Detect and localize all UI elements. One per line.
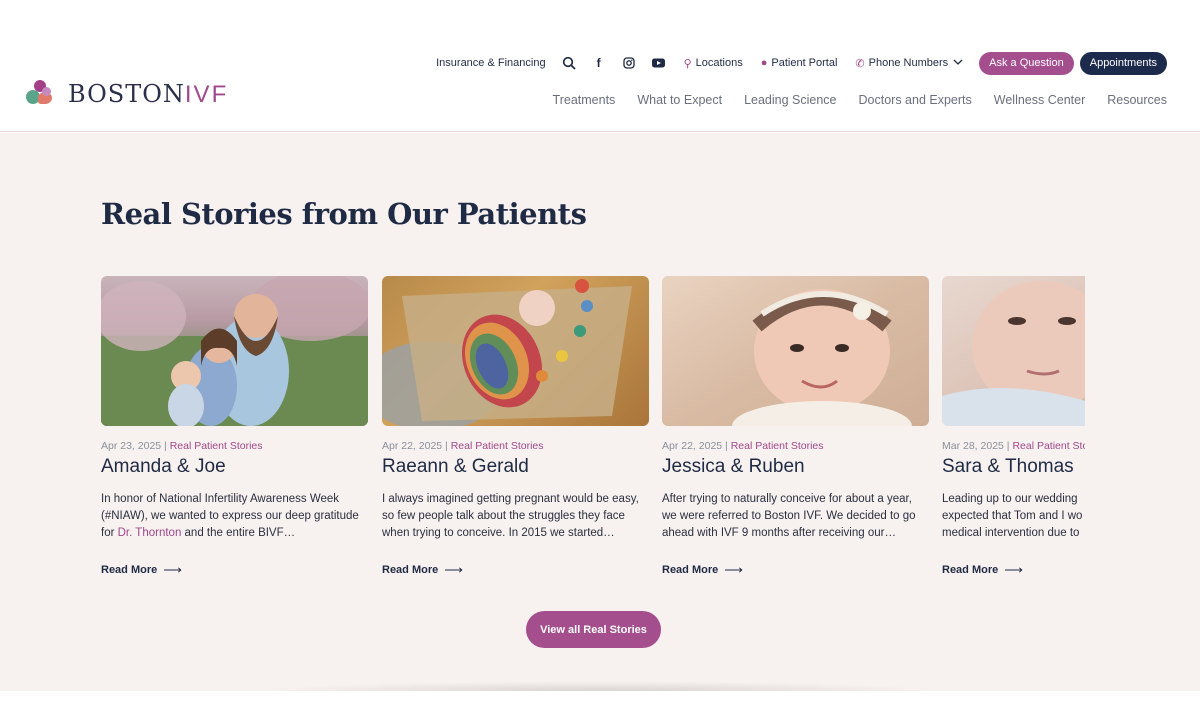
nav-item-treatments[interactable]: Treatments (553, 93, 616, 107)
story-excerpt: I always imagined getting pregnant would… (382, 493, 639, 539)
doctor-link[interactable]: Dr. Thornton (118, 527, 182, 539)
phone-numbers-dropdown[interactable]: ✆ Phone Numbers (855, 57, 963, 70)
arrow-right-icon: ⟶ (1004, 562, 1023, 576)
story-title[interactable]: Jessica & Ruben (662, 456, 929, 478)
story-excerpt: Leading up to our wedding expected that … (942, 493, 1083, 539)
chevron-down-icon (953, 57, 963, 69)
nav-item-doctors-experts[interactable]: Doctors and Experts (859, 93, 972, 107)
map-pin-icon: ⚲ (683, 57, 692, 70)
logo-mark-icon (24, 78, 56, 110)
arrow-right-icon: ⟶ (163, 562, 182, 576)
story-photo[interactable] (662, 276, 929, 426)
site-logo[interactable]: BOSTONIVF (24, 78, 228, 110)
story-card[interactable]: Mar 28, 2025 | Real Patient Sto Sara & T… (942, 276, 1085, 576)
read-more-link[interactable]: Read More ⟶ (662, 562, 929, 576)
logo-wordmark: BOSTONIVF (68, 79, 229, 108)
story-excerpt: After trying to naturally conceive for a… (662, 493, 916, 539)
site-header: BOSTONIVF Insurance & Financing f ⚲ Locat… (0, 0, 1200, 132)
story-photo[interactable] (942, 276, 1085, 426)
stories-section: Real Stories from Our Patients Apr 23, 2… (0, 133, 1200, 691)
youtube-icon[interactable] (652, 58, 666, 68)
appointments-button[interactable]: Appointments (1079, 51, 1167, 75)
story-category-link[interactable]: Real Patient Stories (451, 440, 544, 452)
nav-item-what-to-expect[interactable]: What to Expect (637, 93, 722, 107)
section-title: Real Stories from Our Patients (101, 197, 587, 231)
story-excerpt: In honor of National Infertility Awarene… (101, 493, 359, 539)
read-more-link[interactable]: Read More ⟶ (382, 562, 649, 576)
story-category-link[interactable]: Real Patient Stories (731, 440, 824, 452)
story-meta: Mar 28, 2025 | Real Patient Sto (942, 440, 1085, 452)
view-all-stories-button[interactable]: View all Real Stories (526, 611, 661, 648)
locations-link[interactable]: ⚲ Locations (684, 57, 743, 70)
story-card[interactable]: Apr 23, 2025 | Real Patient Stories Aman… (101, 276, 368, 576)
story-card[interactable]: Apr 22, 2025 | Real Patient Stories Jess… (662, 276, 929, 576)
story-category-link[interactable]: Real Patient Sto (1012, 440, 1085, 452)
search-icon[interactable] (562, 56, 576, 70)
patient-portal-link[interactable]: ● Patient Portal (761, 57, 838, 69)
read-more-link[interactable]: Read More ⟶ (942, 562, 1085, 576)
nav-item-wellness-center[interactable]: Wellness Center (994, 93, 1085, 107)
story-title[interactable]: Amanda & Joe (101, 456, 368, 478)
story-card[interactable]: Apr 22, 2025 | Real Patient Stories Raea… (382, 276, 649, 576)
phone-icon: ✆ (855, 57, 865, 70)
story-photo[interactable] (382, 276, 649, 426)
arrow-right-icon: ⟶ (724, 562, 743, 576)
nav-item-resources[interactable]: Resources (1107, 93, 1167, 107)
person-icon: ● (760, 57, 768, 69)
insurance-financing-link[interactable]: Insurance & Financing (436, 57, 545, 69)
nav-item-leading-science[interactable]: Leading Science (744, 93, 836, 107)
instagram-icon[interactable] (622, 57, 636, 69)
facebook-icon[interactable]: f (592, 56, 606, 70)
story-photo[interactable] (101, 276, 368, 426)
story-meta: Apr 22, 2025 | Real Patient Stories (382, 440, 544, 452)
story-meta: Apr 23, 2025 | Real Patient Stories (101, 440, 263, 452)
stories-carousel: Apr 23, 2025 | Real Patient Stories Aman… (101, 276, 1085, 576)
main-nav: Treatments What to Expect Leading Scienc… (531, 93, 1167, 107)
ask-question-button[interactable]: Ask a Question (979, 51, 1074, 75)
read-more-link[interactable]: Read More ⟶ (101, 562, 368, 576)
utility-bar: Insurance & Financing f ⚲ Locations ● Pati… (418, 51, 1167, 75)
story-title[interactable]: Raeann & Gerald (382, 456, 649, 478)
story-title[interactable]: Sara & Thomas (942, 456, 1085, 478)
section-shadow (260, 681, 940, 691)
story-meta: Apr 22, 2025 | Real Patient Stories (662, 440, 824, 452)
story-category-link[interactable]: Real Patient Stories (170, 440, 263, 452)
arrow-right-icon: ⟶ (444, 562, 463, 576)
